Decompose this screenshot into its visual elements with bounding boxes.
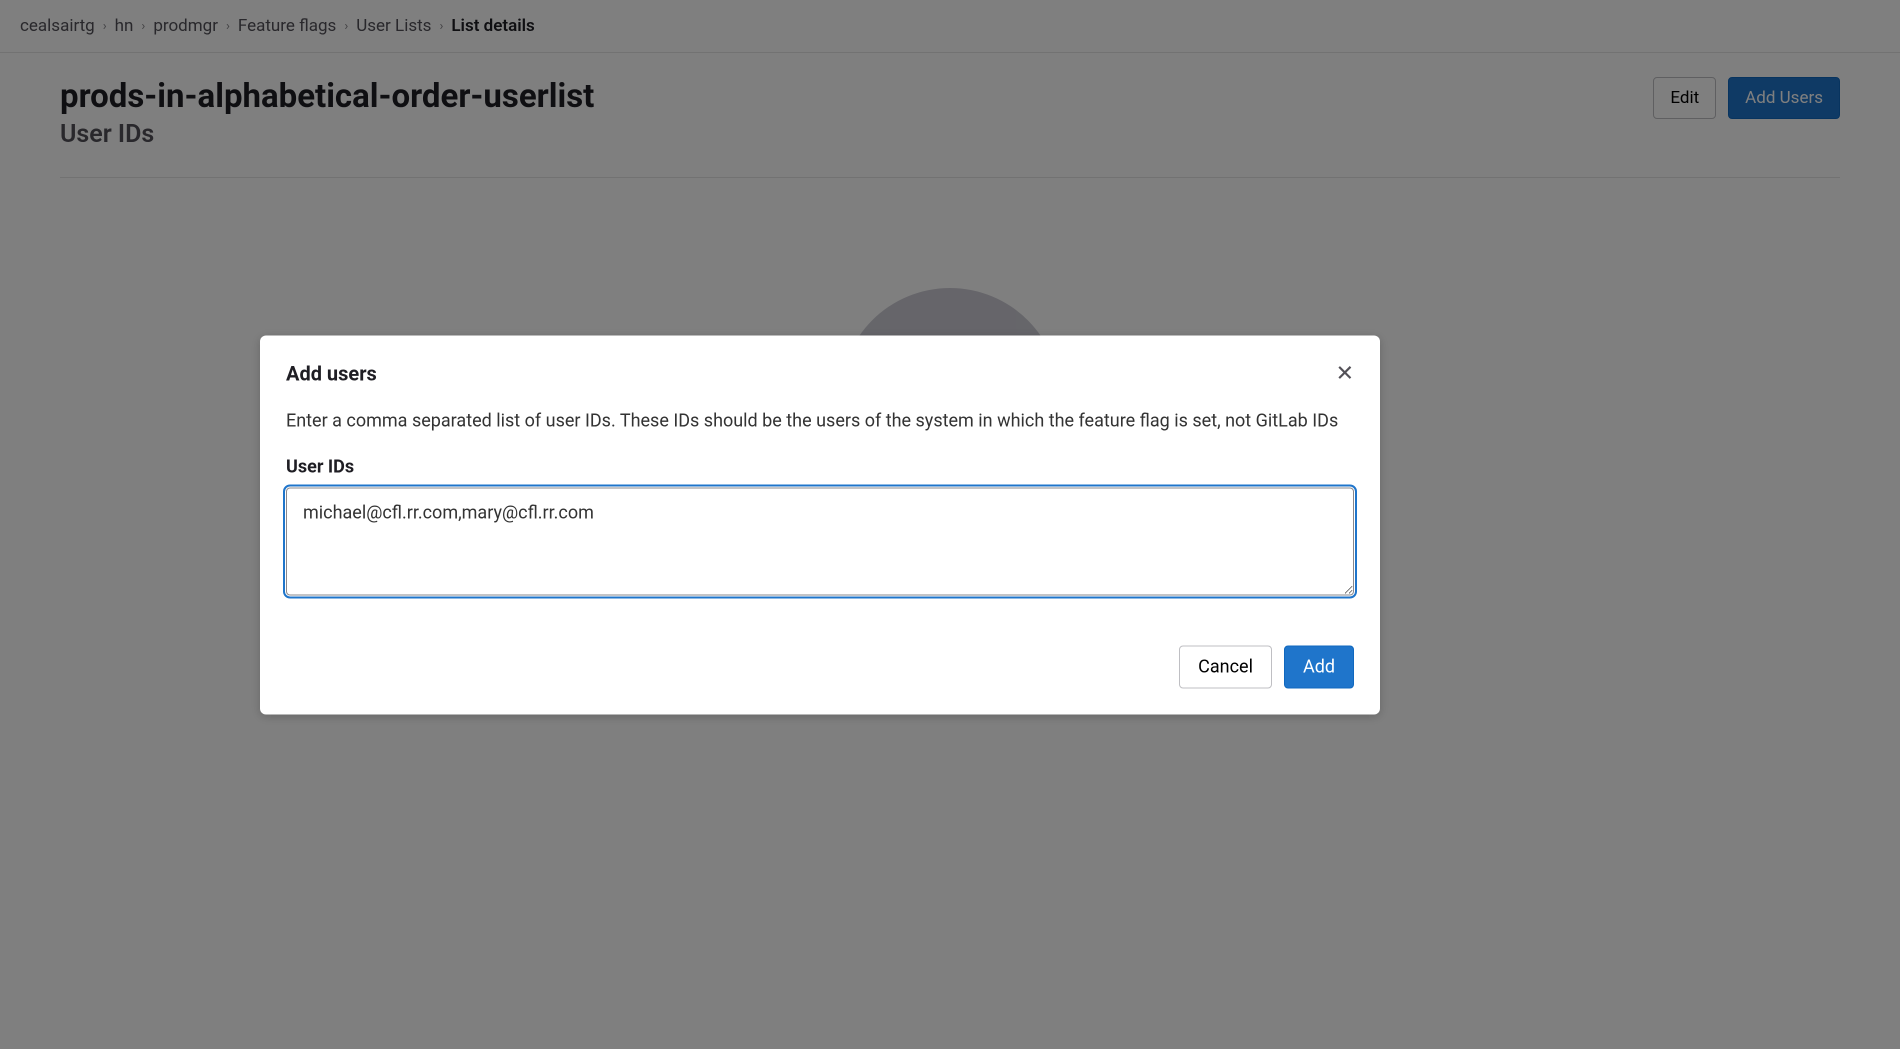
user-ids-input[interactable]: [286, 487, 1354, 595]
add-button[interactable]: Add: [1284, 645, 1354, 688]
user-ids-label: User IDs: [286, 456, 1354, 477]
textarea-wrap: [286, 487, 1354, 599]
add-users-modal: Add users ✕ Enter a comma separated list…: [260, 335, 1380, 714]
close-icon[interactable]: ✕: [1336, 362, 1354, 384]
cancel-button[interactable]: Cancel: [1179, 645, 1272, 688]
modal-footer: Cancel Add: [286, 645, 1354, 688]
modal-title: Add users: [286, 361, 377, 385]
modal-description: Enter a comma separated list of user IDs…: [286, 407, 1354, 434]
modal-header: Add users ✕: [286, 361, 1354, 385]
